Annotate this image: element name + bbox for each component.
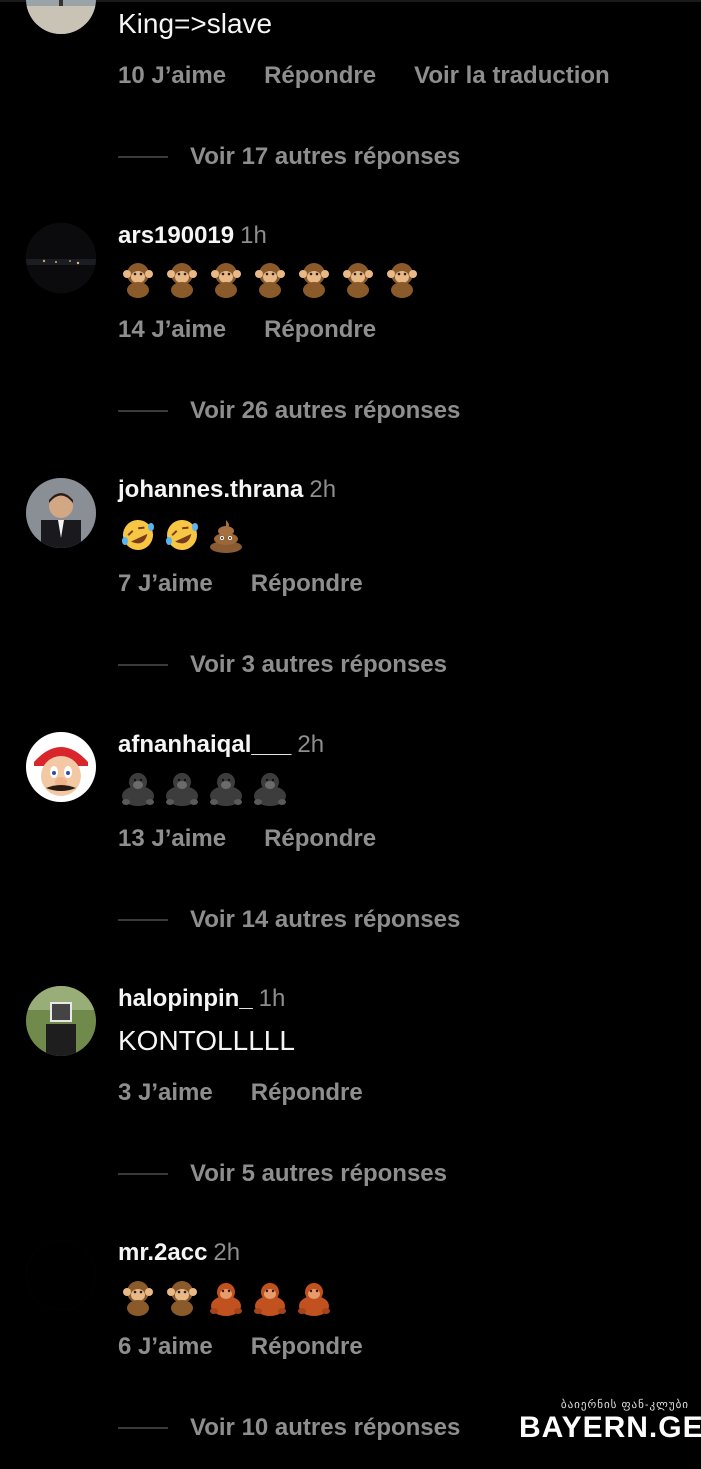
comment-actions: 14 J’aime Répondre: [118, 316, 376, 344]
avatar[interactable]: [26, 0, 96, 34]
emoji-row: [118, 258, 422, 300]
comment-actions: 13 J’aime Répondre: [118, 825, 376, 853]
reply-button[interactable]: Répondre: [251, 570, 363, 598]
monkey-emoji: [382, 259, 422, 299]
gorilla-emoji: [162, 768, 202, 808]
view-replies-label: Voir 3 autres réponses: [190, 651, 447, 678]
emoji-row: [118, 1276, 334, 1318]
avatar[interactable]: [26, 732, 96, 802]
timestamp: 1h: [258, 985, 286, 1012]
monkey-emoji: [118, 259, 158, 299]
comment-header: mr.2acc 2h: [118, 1239, 240, 1267]
comment-actions: 3 J’aime Répondre: [118, 1079, 363, 1107]
watermark-subtitle: ბაიერნის ფან-კლუბი: [560, 1399, 689, 1411]
timestamp: 2h: [309, 476, 337, 503]
comment-header: afnanhaiqal___ 2h: [118, 731, 324, 759]
replies-divider: [118, 919, 168, 921]
monkey-emoji: [162, 259, 202, 299]
view-replies-label: Voir 10 autres réponses: [190, 1414, 461, 1441]
gorilla-emoji: [206, 768, 246, 808]
likes-count[interactable]: 13 J’aime: [118, 825, 226, 853]
comment-header: johannes.thrana 2h: [118, 476, 336, 504]
avatar[interactable]: [26, 986, 96, 1056]
emoji-row: [118, 514, 246, 556]
view-replies-button[interactable]: Voir 14 autres réponses: [118, 906, 460, 934]
view-replies-button[interactable]: Voir 10 autres réponses: [118, 1414, 460, 1442]
rofl-emoji: [162, 515, 202, 555]
comment-actions: 7 J’aime Répondre: [118, 570, 363, 598]
avatar[interactable]: [26, 478, 96, 548]
likes-count[interactable]: 14 J’aime: [118, 316, 226, 344]
emoji-row: [118, 767, 290, 809]
watermark-logo: ბაიერნის ფან-კლუბი BAYERN.GE: [519, 1398, 701, 1444]
comment-actions: 6 J’aime Répondre: [118, 1333, 363, 1361]
username[interactable]: afnanhaiqal___: [118, 731, 291, 758]
replies-divider: [118, 156, 168, 158]
view-replies-button[interactable]: Voir 17 autres réponses: [118, 143, 460, 171]
username[interactable]: halopinpin_: [118, 985, 253, 1012]
replies-divider: [118, 1173, 168, 1175]
monkey-emoji: [250, 259, 290, 299]
timestamp: 2h: [297, 731, 325, 758]
orangutan-emoji: [250, 1277, 290, 1317]
view-replies-button[interactable]: Voir 26 autres réponses: [118, 397, 460, 425]
view-replies-label: Voir 17 autres réponses: [190, 143, 461, 170]
orangutan-emoji: [206, 1277, 246, 1317]
reply-button[interactable]: Répondre: [264, 825, 376, 853]
avatar[interactable]: [26, 223, 96, 293]
replies-divider: [118, 664, 168, 666]
gorilla-emoji: [118, 768, 158, 808]
view-replies-button[interactable]: Voir 3 autres réponses: [118, 651, 447, 679]
reply-button[interactable]: Répondre: [264, 62, 376, 90]
view-replies-label: Voir 14 autres réponses: [190, 906, 461, 933]
monkey-emoji: [118, 1277, 158, 1317]
avatar[interactable]: [26, 1240, 96, 1310]
replies-divider: [118, 410, 168, 412]
username[interactable]: mr.2acc: [118, 1239, 207, 1266]
timestamp: 2h: [213, 1239, 241, 1266]
top-divider: [0, 0, 701, 2]
reply-button[interactable]: Répondre: [251, 1079, 363, 1107]
view-replies-label: Voir 26 autres réponses: [190, 397, 461, 424]
monkey-emoji: [206, 259, 246, 299]
reply-button[interactable]: Répondre: [251, 1333, 363, 1361]
comment-actions: 10 J’aime Répondre Voir la traduction: [118, 62, 610, 90]
view-replies-label: Voir 5 autres réponses: [190, 1160, 447, 1187]
watermark-title: BAYERN.GE: [519, 1411, 701, 1444]
username[interactable]: ars190019: [118, 222, 234, 249]
likes-count[interactable]: 7 J’aime: [118, 570, 213, 598]
reply-button[interactable]: Répondre: [264, 316, 376, 344]
username[interactable]: johannes.thrana: [118, 476, 303, 503]
view-replies-button[interactable]: Voir 5 autres réponses: [118, 1160, 447, 1188]
poop-emoji: [206, 515, 246, 555]
timestamp: 1h: [240, 222, 267, 249]
monkey-emoji: [294, 259, 334, 299]
rofl-emoji: [118, 515, 158, 555]
orangutan-emoji: [294, 1277, 334, 1317]
replies-divider: [118, 1427, 168, 1429]
monkey-emoji: [338, 259, 378, 299]
likes-count[interactable]: 10 J’aime: [118, 62, 226, 90]
comment-header: ars190019 1h: [118, 222, 267, 250]
comment-text: King=>slave: [118, 8, 273, 39]
likes-count[interactable]: 6 J’aime: [118, 1333, 213, 1361]
gorilla-emoji: [250, 768, 290, 808]
comment-header: halopinpin_ 1h: [118, 985, 285, 1013]
likes-count[interactable]: 3 J’aime: [118, 1079, 213, 1107]
monkey-emoji: [162, 1277, 202, 1317]
comment-text: KONTOLLLLL: [118, 1025, 295, 1056]
translate-button[interactable]: Voir la traduction: [414, 62, 610, 90]
